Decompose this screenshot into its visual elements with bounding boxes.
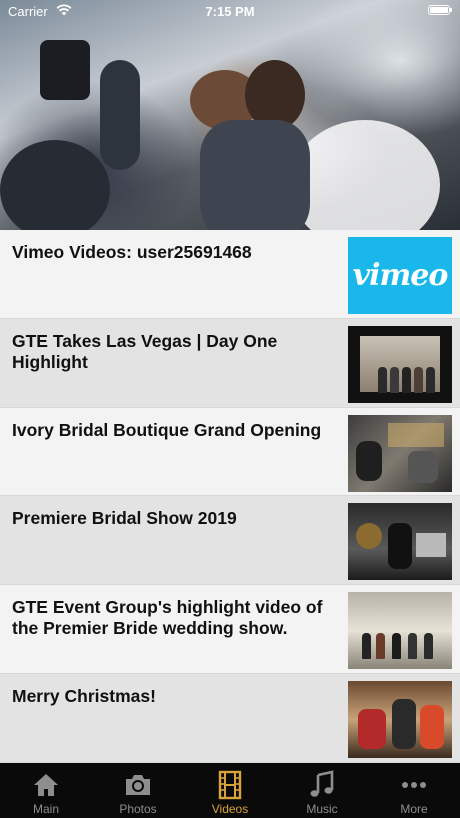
video-row[interactable]: GTE Event Group's highlight video of the… <box>0 585 460 674</box>
tab-label: Main <box>32 802 59 816</box>
person-figure <box>378 366 387 393</box>
person-figure <box>424 633 433 660</box>
person-figure <box>358 708 386 749</box>
person-figure <box>356 440 382 481</box>
video-thumbnail[interactable] <box>348 680 452 758</box>
video-row[interactable]: Ivory Bridal Boutique Grand Opening <box>0 407 460 497</box>
video-row[interactable]: Vimeo Videos: user25691468 vimeo <box>0 230 460 319</box>
home-icon <box>34 774 58 796</box>
vimeo-logo: vimeo <box>352 258 449 293</box>
hero-image <box>0 0 460 230</box>
guest-shape <box>100 60 140 170</box>
person-figure <box>414 366 423 393</box>
guest-shape <box>0 140 110 230</box>
person-figure <box>426 366 435 393</box>
video-title: Merry Christmas! <box>12 685 156 706</box>
video-list[interactable]: Vimeo Videos: user25691468 vimeo GTE Tak… <box>0 230 460 763</box>
video-title: GTE Event Group's highlight video of the… <box>12 597 323 639</box>
video-thumbnail[interactable] <box>348 325 452 403</box>
battery-icon <box>428 5 452 15</box>
tab-bar: Main Photos Videos Music More <box>0 763 460 818</box>
video-thumbnail[interactable] <box>348 414 452 492</box>
video-thumbnail[interactable] <box>348 503 452 581</box>
person-figure <box>362 633 371 660</box>
clock: 7:15 PM <box>205 4 255 19</box>
tab-label: More <box>400 802 428 816</box>
video-title: Ivory Bridal Boutique Grand Opening <box>12 419 322 440</box>
tab-more[interactable]: More <box>368 763 460 818</box>
video-row[interactable]: Premiere Bridal Show 2019 <box>0 496 460 586</box>
person-figure <box>376 633 385 660</box>
more-dots-icon <box>402 782 426 788</box>
video-title: GTE Takes Las Vegas | Day One Highlight <box>12 330 278 372</box>
vimeo-logo-thumbnail[interactable]: vimeo <box>348 237 452 314</box>
groom-suit-shape <box>200 120 310 230</box>
person-figure <box>390 366 399 393</box>
banner-shape <box>416 533 446 558</box>
tab-main[interactable]: Main <box>0 763 92 818</box>
person-figure <box>392 633 401 660</box>
sign-shape <box>388 422 444 447</box>
person-figure <box>408 450 438 483</box>
person-figure <box>402 366 411 393</box>
bride-dress-shape <box>290 120 440 230</box>
tab-label: Music <box>306 802 338 816</box>
tab-photos[interactable]: Photos <box>92 763 184 818</box>
tab-videos[interactable]: Videos <box>184 763 276 818</box>
video-thumbnail[interactable] <box>348 592 452 670</box>
tab-label: Photos <box>119 802 157 816</box>
camera-icon <box>126 775 150 795</box>
video-row[interactable]: Merry Christmas! <box>0 673 460 763</box>
tab-label: Videos <box>211 802 249 816</box>
video-title: Premiere Bridal Show 2019 <box>12 508 237 529</box>
person-figure <box>388 523 412 570</box>
status-bar: Carrier 7:15 PM <box>0 0 460 22</box>
film-icon <box>218 770 242 800</box>
video-title: Vimeo Videos: user25691468 <box>12 242 252 262</box>
speaker-shape <box>40 40 90 100</box>
logo-shape <box>356 523 382 550</box>
person-figure <box>408 633 417 660</box>
music-note-icon <box>310 770 334 797</box>
tab-music[interactable]: Music <box>276 763 368 818</box>
video-row[interactable]: GTE Takes Las Vegas | Day One Highlight <box>0 318 460 408</box>
person-figure <box>420 704 444 749</box>
person-figure <box>392 698 416 749</box>
